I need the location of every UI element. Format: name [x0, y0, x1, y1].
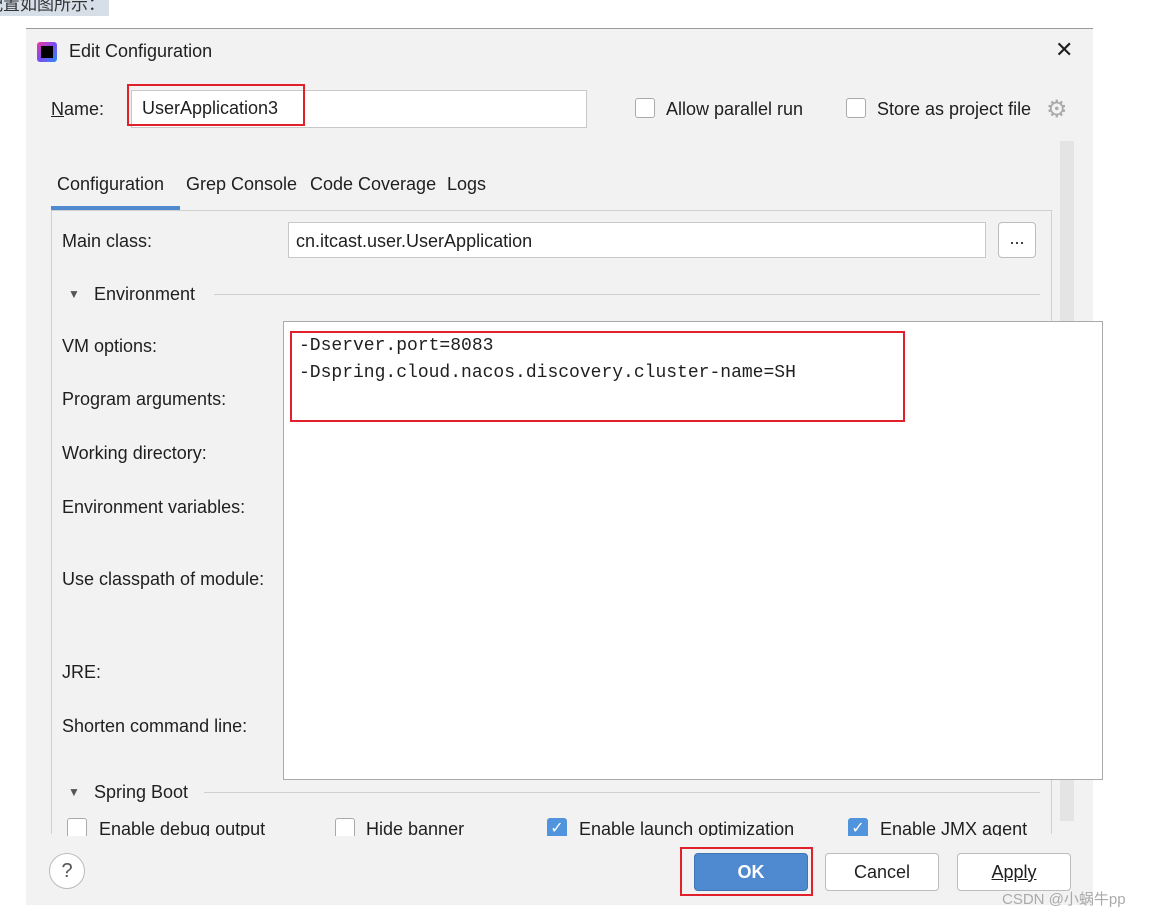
divider: [214, 294, 1040, 295]
program-arguments-label: Program arguments:: [62, 389, 227, 409]
enable-jmx-agent-label: Enable JMX agent: [880, 819, 1028, 836]
main-class-label: Main class:: [62, 231, 153, 251]
tab-grep-console[interactable]: Grep Console: [186, 174, 297, 195]
tab-configuration[interactable]: Configuration: [57, 174, 164, 195]
vm-options-line: -Dspring.cloud.nacos.discovery.cluster-n…: [299, 363, 796, 383]
store-as-project-file-label: Store as project file: [877, 99, 1032, 119]
enable-launch-optimization-label: Enable launch optimization: [579, 819, 795, 836]
help-button[interactable]: ?: [49, 853, 85, 889]
environment-variables-label: Environment variables:: [62, 497, 246, 517]
cancel-button[interactable]: Cancel: [825, 853, 939, 891]
watermark: CSDN @小蜗牛pp: [1002, 891, 1126, 908]
jre-label: JRE:: [62, 662, 102, 682]
enable-jmx-agent-checkbox[interactable]: ✓: [848, 818, 868, 836]
divider: [204, 792, 1040, 793]
allow-parallel-run-checkbox[interactable]: [635, 98, 655, 118]
enable-launch-optimization-checkbox[interactable]: ✓: [547, 818, 567, 836]
working-directory-label: Working directory:: [62, 443, 207, 463]
allow-parallel-run-label: Allow parallel run: [666, 99, 804, 119]
shorten-command-line-label: Shorten command line:: [62, 716, 248, 736]
hide-banner-label: Hide banner: [366, 819, 465, 836]
intellij-logo-icon: [37, 42, 57, 62]
tab-logs[interactable]: Logs: [447, 174, 486, 195]
vm-options-label: VM options:: [62, 336, 158, 356]
gear-icon[interactable]: ⚙: [1046, 95, 1068, 124]
browse-button[interactable]: ...: [998, 222, 1036, 258]
main-class-value: cn.itcast.user.UserApplication: [296, 231, 533, 251]
ok-button[interactable]: OK: [694, 853, 808, 891]
enable-debug-output-checkbox[interactable]: [67, 818, 87, 836]
name-value: UserApplication3: [142, 98, 279, 118]
vm-options-line: -Dserver.port=8083: [299, 336, 494, 356]
hide-banner-checkbox[interactable]: [335, 818, 355, 836]
enable-debug-output-label: Enable debug output: [99, 819, 266, 836]
classpath-module-label: Use classpath of module:: [62, 569, 265, 589]
collapse-triangle-icon[interactable]: ▼: [68, 785, 80, 799]
spring-boot-section[interactable]: Spring Boot: [94, 782, 188, 803]
spring-boot-options: Enable debug output Hide banner ✓ Enable…: [51, 814, 1061, 836]
caption-text: 配置如图所示：: [0, 0, 109, 16]
store-as-project-file-checkbox[interactable]: [846, 98, 866, 118]
name-label: Name:: [51, 99, 105, 119]
collapse-triangle-icon[interactable]: ▼: [68, 287, 80, 301]
tab-code-coverage[interactable]: Code Coverage: [310, 174, 436, 195]
close-icon[interactable]: ✕: [1055, 37, 1073, 63]
environment-section[interactable]: Environment: [94, 284, 195, 305]
dialog-title: Edit Configuration: [69, 41, 213, 61]
apply-button[interactable]: Apply: [957, 853, 1071, 891]
edit-configuration-dialog: Edit Configuration ✕ Name: UserApplicati…: [26, 28, 1103, 905]
